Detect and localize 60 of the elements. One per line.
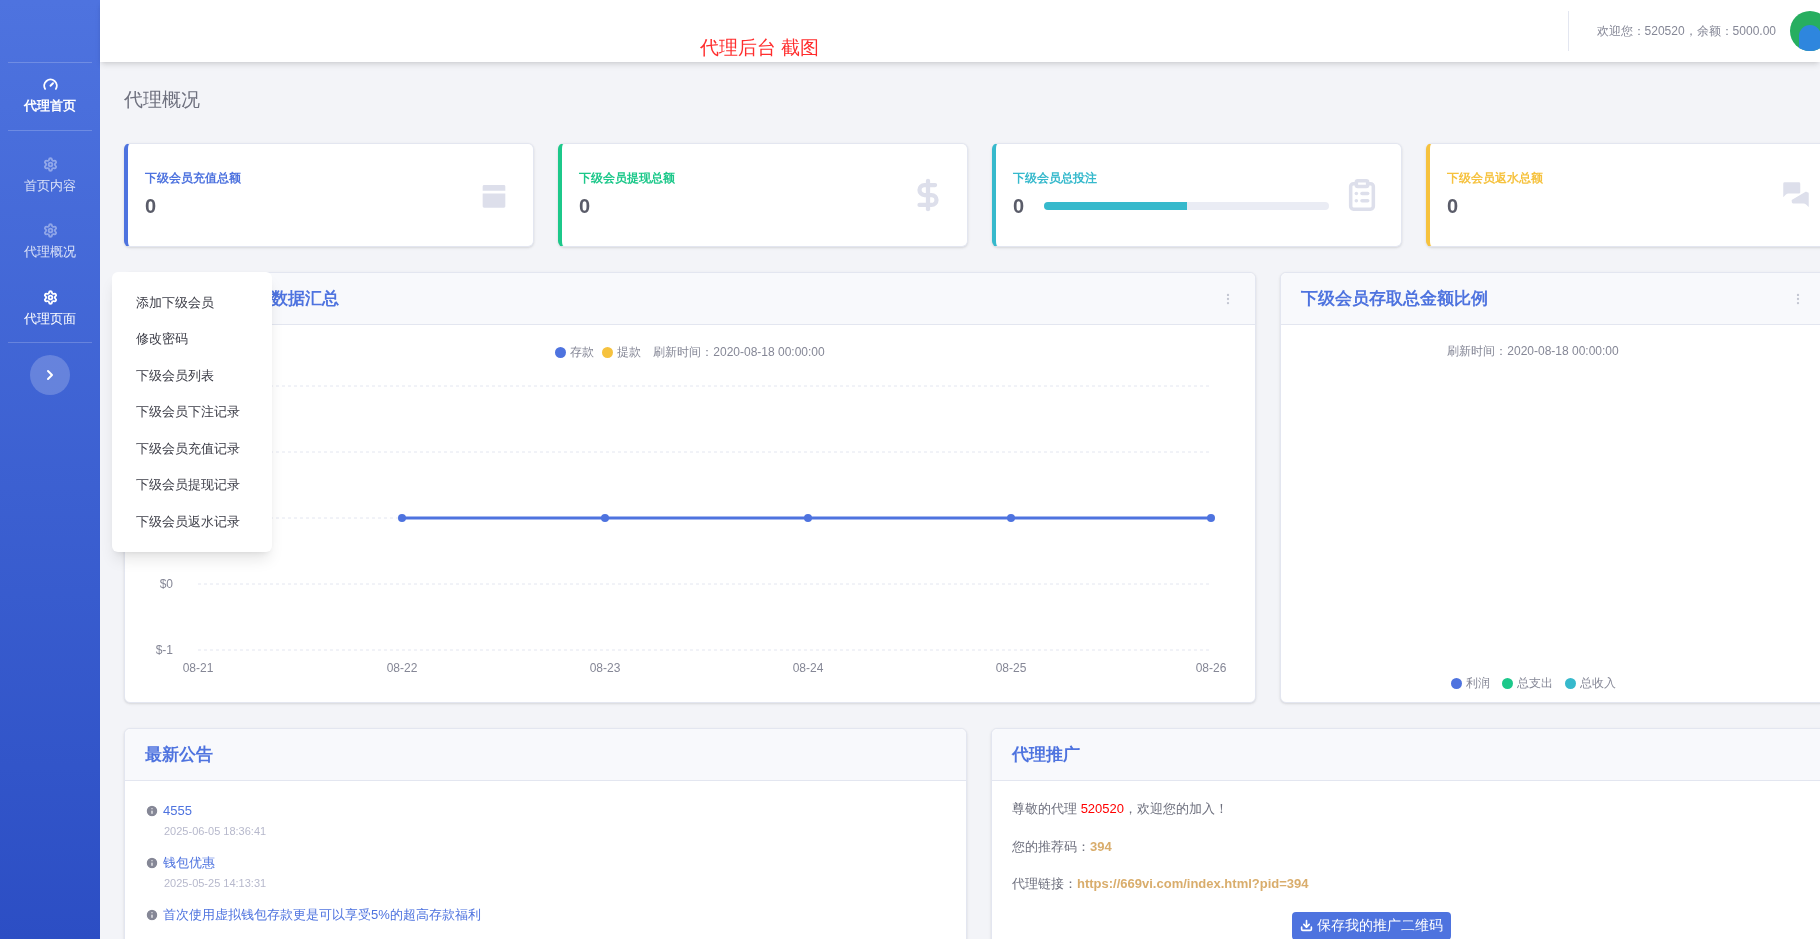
referral-code-text: 您的推荐码：394 bbox=[1012, 837, 1113, 856]
notice-time: 2025-06-05 18:36:41 bbox=[163, 823, 268, 839]
sidebar-item[interactable]: 首页内容 bbox=[24, 142, 76, 209]
x-axis-label: 08-21 bbox=[182, 661, 214, 675]
stat-value: 0 bbox=[145, 194, 157, 219]
refresh-time: 刷新时间：2020-08-18 00:00:00 bbox=[653, 344, 825, 361]
sidebar-item[interactable]: 代理概况 bbox=[24, 209, 76, 276]
stat-title: 下级会员充值总额 bbox=[145, 170, 242, 187]
stat-value: 0 bbox=[1447, 194, 1459, 219]
download-icon bbox=[1299, 919, 1313, 932]
gauge-icon bbox=[42, 77, 58, 92]
x-axis-label: 08-22 bbox=[386, 661, 418, 675]
legend-item: 总收入 bbox=[1564, 674, 1616, 692]
legend-item: 总支出 bbox=[1501, 674, 1553, 692]
greeting-text: 尊敬的代理 520520，欢迎您的加入！ bbox=[1012, 800, 1229, 818]
legend-item: 提款 bbox=[602, 343, 642, 361]
x-axis-label: 08-24 bbox=[792, 661, 824, 675]
info-icon bbox=[145, 907, 159, 922]
save-qr-button[interactable]: 保存我的推广二维码 bbox=[1291, 911, 1451, 939]
legend-item: 利润 bbox=[1450, 674, 1490, 692]
menu-item[interactable]: 修改密码 bbox=[112, 320, 272, 357]
banner-text: 代理后台 截图 bbox=[700, 36, 820, 60]
card-title: 下级会员存取总金额比例 bbox=[1301, 287, 1488, 310]
notice-time: 2025-05-25 14:13:31 bbox=[163, 875, 268, 891]
stat-value: 0 bbox=[1013, 194, 1025, 219]
menu-item[interactable]: 下级会员返水记录 bbox=[112, 503, 272, 540]
gear-icon bbox=[42, 223, 58, 238]
card-title: 数据汇总 bbox=[271, 287, 339, 310]
welcome-text: 欢迎您：520520，余额：5000.00 bbox=[1596, 23, 1776, 40]
page-title: 代理概况 bbox=[124, 88, 201, 112]
y-axis-label: $0 bbox=[159, 577, 173, 591]
gear-icon bbox=[42, 289, 58, 305]
menu-item[interactable]: 下级会员充值记录 bbox=[112, 430, 272, 467]
info-icon bbox=[145, 855, 159, 870]
info-icon bbox=[145, 803, 159, 818]
menu-item[interactable]: 添加下级会员 bbox=[112, 284, 272, 321]
gear-icon bbox=[42, 156, 58, 172]
menu-item[interactable]: 下级会员提现记录 bbox=[112, 466, 272, 503]
sidebar-item[interactable]: 代理页面 bbox=[24, 275, 76, 342]
stat-title: 下级会员返水总额 bbox=[1447, 170, 1544, 187]
stat-title: 下级会员总投注 bbox=[1013, 170, 1098, 187]
notice-title[interactable]: 钱包优惠 bbox=[163, 853, 215, 873]
menu-item[interactable]: 下级会员列表 bbox=[112, 357, 272, 394]
stat-title: 下级会员提现总额 bbox=[579, 170, 676, 187]
menu-item[interactable]: 下级会员下注记录 bbox=[112, 393, 272, 430]
notice-title[interactable]: 4555 bbox=[163, 801, 192, 821]
link-label: 代理链接： bbox=[1012, 875, 1077, 893]
x-axis-label: 08-26 bbox=[1195, 661, 1227, 675]
legend-item: 存款 bbox=[555, 343, 595, 361]
notice-title[interactable]: 首次使用虚拟钱包存款更是可以享受5%的超高存款福利 bbox=[163, 905, 481, 925]
sidebar-item[interactable]: 代理首页 bbox=[24, 63, 76, 130]
card-title: 代理推广 bbox=[1012, 743, 1080, 766]
sidebar-toggle-button[interactable] bbox=[30, 355, 70, 395]
card-title: 最新公告 bbox=[145, 743, 213, 766]
avatar[interactable] bbox=[1790, 11, 1820, 51]
refresh-time: 刷新时间：2020-08-18 00:00:00 bbox=[1447, 343, 1619, 360]
stat-value: 0 bbox=[579, 194, 591, 219]
x-axis-label: 08-25 bbox=[995, 661, 1027, 675]
y-axis-label: $-1 bbox=[155, 643, 173, 657]
x-axis-label: 08-23 bbox=[589, 661, 621, 675]
